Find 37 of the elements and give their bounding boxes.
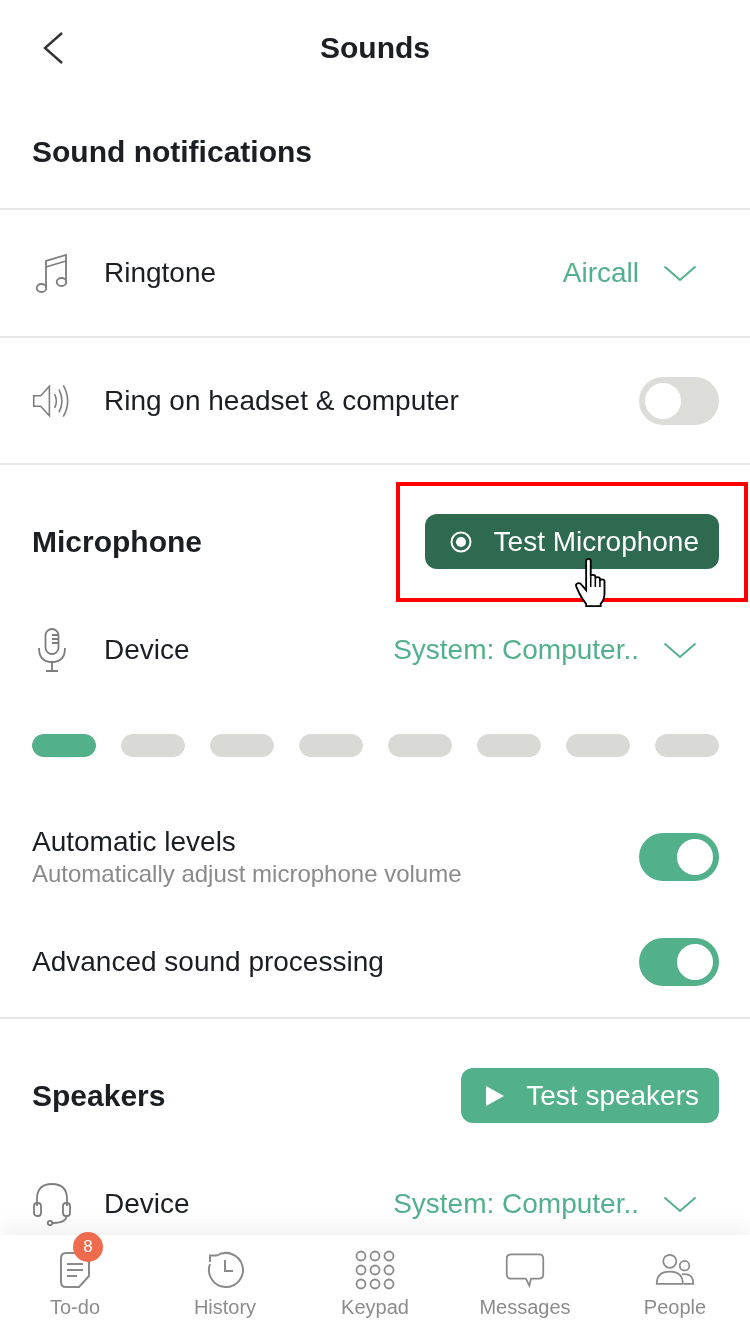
row-label: Device <box>104 1188 190 1220</box>
microphone-icon <box>37 628 67 672</box>
toggle-switch[interactable] <box>639 833 719 881</box>
record-icon <box>449 530 472 553</box>
keypad-icon <box>355 1250 395 1290</box>
section-title: Sound notifications <box>32 135 312 169</box>
chevron-down-icon <box>663 264 697 282</box>
nav-tab[interactable]: 8 To-do <box>0 1235 150 1330</box>
ringtone-select[interactable]: Aircall <box>562 257 719 289</box>
device-select[interactable]: System: Computer.. <box>393 1188 719 1220</box>
chevron-left-icon <box>42 31 64 65</box>
setting-label: Advanced sound processing <box>32 946 384 978</box>
nav-tab[interactable]: People <box>600 1235 750 1330</box>
toggle-switch[interactable] <box>639 938 719 986</box>
speech-bubble-icon <box>505 1250 545 1290</box>
nav-tab[interactable]: Keypad <box>300 1235 450 1330</box>
nav-tab[interactable]: Messages <box>450 1235 600 1330</box>
section-title: Speakers <box>32 1078 166 1113</box>
row-label: Device <box>104 634 190 666</box>
play-icon <box>486 1085 505 1106</box>
chevron-down-icon <box>663 641 697 659</box>
toggle-switch[interactable] <box>639 376 719 425</box>
setting-description: Automatically adjust microphone volume <box>32 860 462 888</box>
page-title: Sounds <box>320 31 430 65</box>
device-select[interactable]: System: Computer.. <box>393 634 719 666</box>
headset-icon <box>33 1182 71 1226</box>
row-label: Ringtone <box>104 257 217 289</box>
row-label: Ring on headset & computer <box>104 384 459 417</box>
clock-icon <box>205 1250 245 1290</box>
test-button[interactable]: Test speakers <box>461 1068 719 1123</box>
setting-label: Automatic levels <box>32 826 236 858</box>
chevron-down-icon <box>663 1195 697 1213</box>
nav-tab[interactable]: History <box>150 1235 300 1330</box>
notification-count: 8 <box>73 1232 103 1262</box>
section-title: Microphone <box>32 524 202 559</box>
music-note-icon <box>35 252 69 294</box>
test-button[interactable]: Test Microphone <box>424 514 719 569</box>
